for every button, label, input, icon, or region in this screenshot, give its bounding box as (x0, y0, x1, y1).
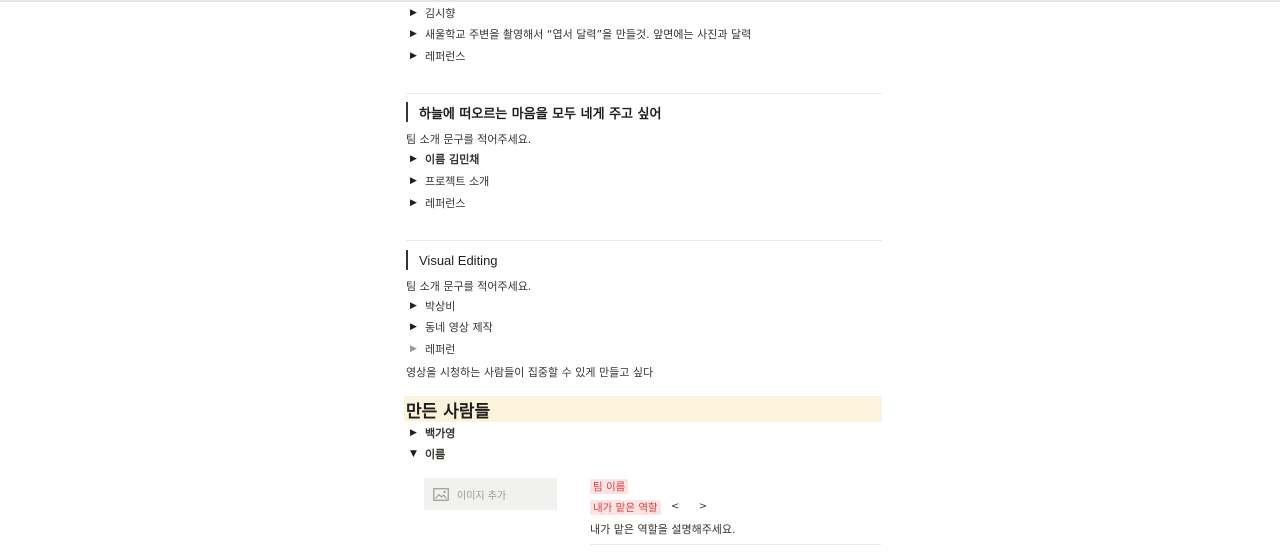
team-title-quote: Visual Editing (406, 250, 498, 270)
team-name-tag: 팀 이름 (590, 479, 629, 494)
toggle-label: 새울학교 주변을 촬영해서 “엽서 달력”을 만들것. 앞면에는 사진과 달력 (425, 28, 752, 41)
add-image-button[interactable]: 이미지 추가 (424, 478, 557, 510)
toggle-expanded-icon[interactable]: ▼ (406, 449, 425, 459)
toggle-collapsed-icon[interactable]: ▶ (406, 51, 425, 61)
prev-arrow-icon[interactable]: < (671, 501, 679, 512)
toggle-label: 이름 김민채 (425, 153, 480, 166)
role-tag: 내가 맡은 역할 (590, 500, 661, 515)
toggle-label: 레퍼런 (425, 343, 456, 356)
toggle-item[interactable]: ▶ 프로젝트 소개 (406, 170, 489, 192)
makers-heading: 만든 사람들 (404, 396, 882, 422)
section-divider (406, 93, 882, 94)
toggle-collapsed-icon[interactable]: ▶ (406, 301, 425, 311)
toggle-item[interactable]: ▼ 이름 (406, 443, 445, 465)
add-image-label: 이미지 추가 (457, 490, 507, 502)
toggle-label: 김시향 (425, 7, 456, 20)
toggle-collapsed-icon[interactable]: ▶ (406, 8, 425, 18)
toggle-item[interactable]: ▶ 이름 김민채 (406, 148, 479, 170)
toggle-collapsed-icon[interactable]: ▶ (406, 176, 425, 186)
toggle-item[interactable]: ▶ 레퍼런스 (406, 45, 465, 67)
toggle-collapsed-icon[interactable]: ▶ (406, 154, 425, 164)
toggle-collapsed-icon[interactable]: ▶ (406, 322, 425, 332)
toggle-item[interactable]: ▶ 백가영 (406, 422, 455, 444)
toggle-item[interactable]: ▶ 김시향 (406, 2, 455, 24)
role-nav: < > (671, 501, 707, 512)
section-divider (406, 240, 882, 241)
toggle-label: 동네 영상 제작 (425, 321, 493, 334)
toggle-collapsed-icon[interactable]: ▶ (406, 198, 425, 208)
note-text: 영상을 시청하는 사람들이 집중할 수 있게 만들고 싶다 (406, 366, 654, 379)
toggle-item[interactable]: ▶ 새울학교 주변을 촬영해서 “엽서 달력”을 만들것. 앞면에는 사진과 달… (406, 23, 751, 45)
toggle-collapsed-icon[interactable]: ▶ (406, 29, 425, 39)
toggle-label: 프로젝트 소개 (425, 175, 490, 188)
toggle-label: 레퍼런스 (425, 50, 466, 63)
toggle-item[interactable]: ▶ 레퍼런스 (406, 192, 465, 214)
team-intro-text: 팀 소개 문구를 적어주세요. (406, 133, 532, 146)
team-title-quote: 하늘에 떠오르는 마음을 모두 네게 주고 싶어 (406, 102, 661, 122)
toggle-collapsed-icon[interactable]: ▶ (406, 344, 425, 354)
card-divider (590, 544, 881, 545)
team-intro-text: 팀 소개 문구를 적어주세요. (406, 280, 532, 293)
image-icon (433, 487, 449, 501)
toggle-collapsed-icon[interactable]: ▶ (406, 428, 425, 438)
toggle-item[interactable]: ▶ 레퍼런 (406, 338, 455, 360)
toggle-label: 박상비 (425, 300, 456, 313)
toggle-label: 백가영 (425, 427, 456, 440)
toggle-item[interactable]: ▶ 동네 영상 제작 (406, 316, 493, 338)
role-description: 내가 맡은 역할을 설명해주세요. (590, 523, 736, 536)
next-arrow-icon[interactable]: > (699, 501, 707, 512)
top-border (0, 0, 1280, 2)
toggle-label: 이름 (425, 448, 446, 461)
toggle-label: 레퍼런스 (425, 197, 466, 210)
toggle-item[interactable]: ▶ 박상비 (406, 295, 455, 317)
